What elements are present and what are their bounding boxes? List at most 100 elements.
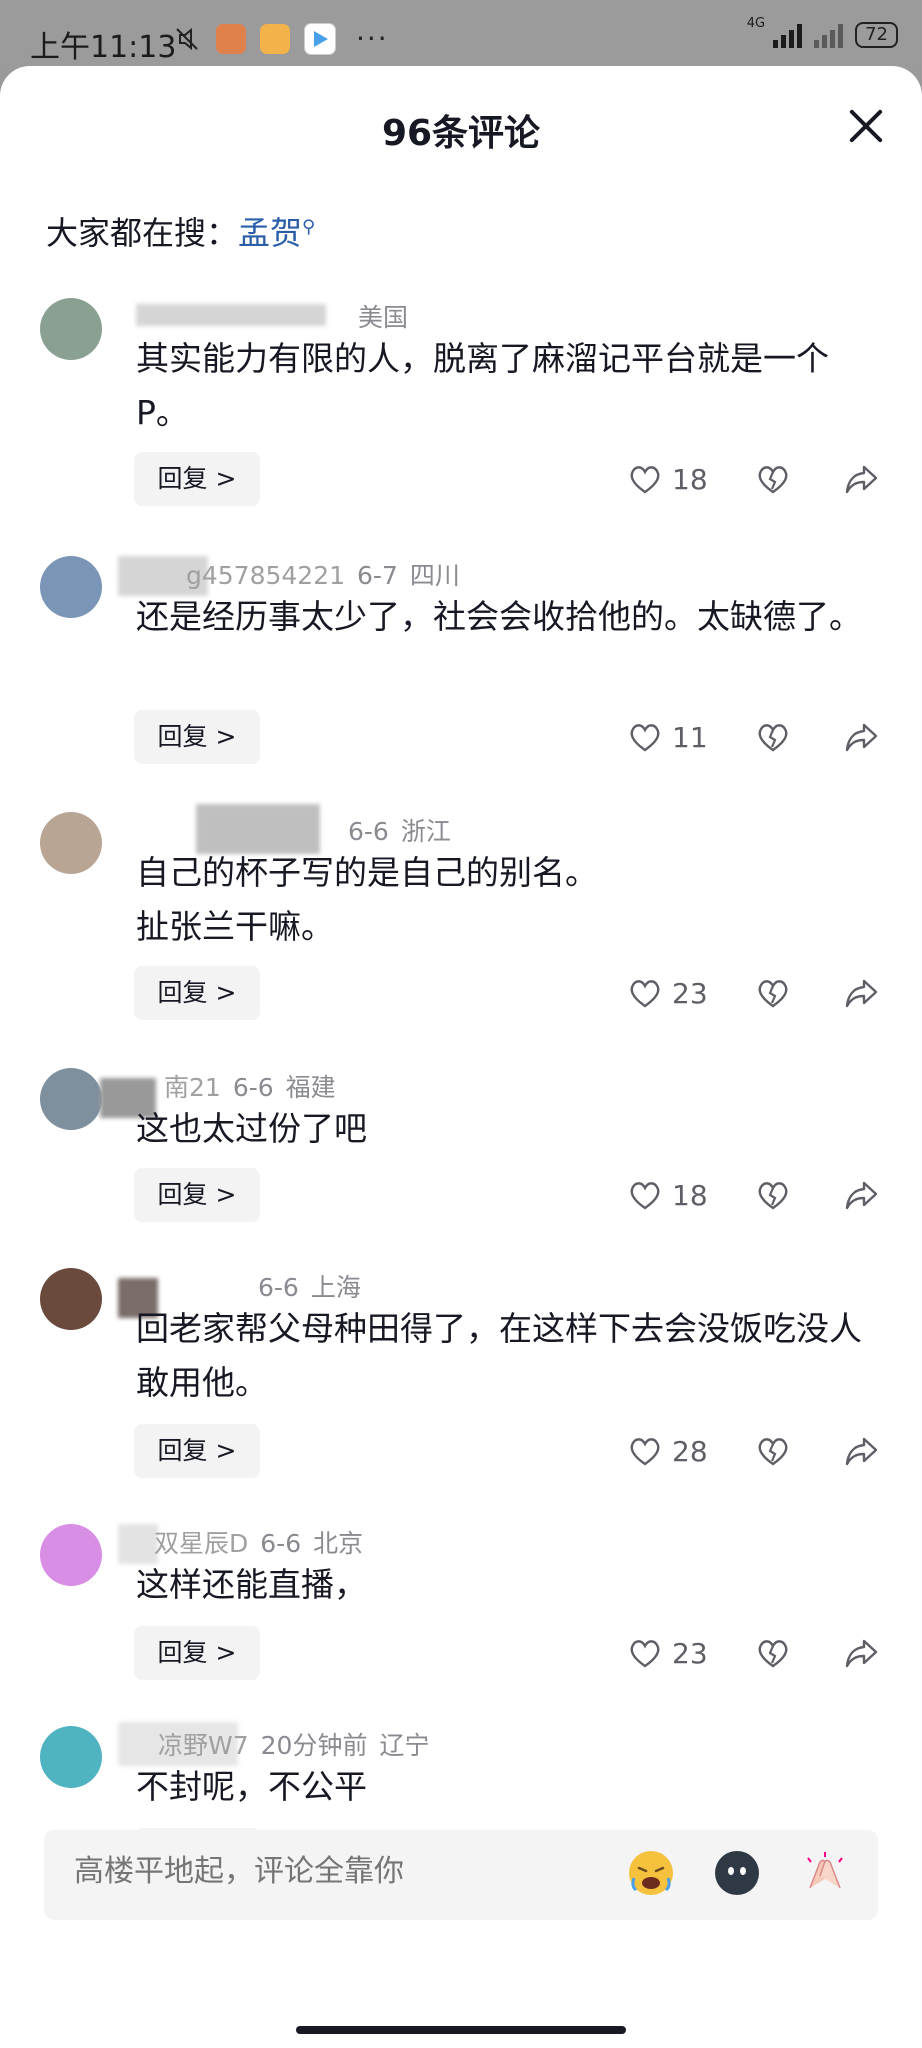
comment-input[interactable] — [74, 1854, 574, 1889]
dark-face-emoji-icon[interactable] — [712, 1848, 762, 1898]
like-count: 18 — [672, 1178, 708, 1212]
like-button[interactable]: 18 — [628, 452, 708, 506]
status-bar: 上午11:13 ··· 4G 72 — [0, 0, 922, 70]
more-notifications-icon: ··· — [356, 22, 389, 55]
app-notification-icon — [260, 23, 290, 54]
comment-meta: 6-6 浙江 — [136, 812, 451, 848]
comment-location: 四川 — [409, 561, 460, 590]
reply-button[interactable]: 回复 > — [134, 1168, 260, 1222]
signal-icon — [814, 22, 844, 48]
like-count: 28 — [672, 1434, 708, 1468]
comment-location: 北京 — [313, 1529, 364, 1558]
comment-meta: 美国 — [136, 298, 408, 334]
heart-icon — [630, 1182, 660, 1210]
comment-meta: 南21 6-6 福建 — [136, 1068, 336, 1104]
network-type: 4G — [746, 15, 766, 31]
comment-location: 美国 — [358, 303, 409, 332]
share-icon[interactable] — [844, 976, 880, 1010]
comment-meta: 双星辰D 6-6 北京 — [136, 1524, 363, 1560]
avatar[interactable] — [40, 1268, 102, 1330]
comment-location: 上海 — [310, 1273, 361, 1302]
comment-date: 6-7 — [357, 561, 398, 590]
comment-actions: 回复 > 11 — [0, 710, 922, 764]
heart-icon — [630, 1438, 660, 1466]
comments-sheet: 96条评论 大家都在搜：孟贺⚲ 美国 其实能力有限的人，脱离了麻溜记平台就是一个… — [0, 66, 922, 2048]
avatar[interactable] — [40, 1068, 102, 1130]
comment-location: 浙江 — [400, 817, 451, 846]
comment-text: 回老家帮父母种田得了，在这样下去会没饭吃没人敢用他。 — [136, 1309, 862, 1402]
like-button[interactable]: 18 — [628, 1168, 708, 1222]
clapping-hands-emoji-icon[interactable] — [800, 1848, 850, 1898]
home-indicator[interactable] — [296, 2026, 626, 2034]
share-icon[interactable] — [844, 1636, 880, 1670]
search-suggestion: 大家都在搜：孟贺⚲ — [46, 208, 315, 254]
broken-heart-icon[interactable] — [756, 720, 790, 754]
signal-icon — [773, 22, 803, 48]
comment-meta: 6-6 上海 — [136, 1268, 361, 1304]
broken-heart-icon[interactable] — [756, 1636, 790, 1670]
avatar[interactable] — [40, 1524, 102, 1586]
comment-actions: 回复 > 23 — [0, 1626, 922, 1680]
heart-icon — [630, 466, 660, 494]
share-icon[interactable] — [844, 1178, 880, 1212]
share-icon[interactable] — [844, 1434, 880, 1468]
app-notification-icon — [216, 23, 246, 54]
tired-face-emoji-icon[interactable] — [626, 1848, 676, 1898]
like-count: 11 — [672, 720, 708, 754]
comment-date: 6-6 — [232, 1073, 274, 1102]
comment-username: g457854221 — [186, 561, 346, 590]
like-button[interactable]: 23 — [628, 966, 708, 1020]
share-icon[interactable] — [844, 720, 880, 754]
reply-button[interactable]: 回复 > — [134, 452, 260, 506]
like-count: 18 — [672, 462, 708, 496]
broken-heart-icon[interactable] — [756, 462, 790, 496]
like-button[interactable]: 23 — [628, 1626, 708, 1680]
avatar[interactable] — [40, 556, 102, 618]
broken-heart-icon[interactable] — [756, 1434, 790, 1468]
reply-button[interactable]: 回复 > — [134, 1626, 260, 1680]
reply-button[interactable]: 回复 > — [134, 710, 260, 764]
avatar[interactable] — [40, 812, 102, 874]
reply-button[interactable]: 回复 > — [134, 1424, 260, 1478]
comment-meta: 凉野W7 20分钟前 辽宁 — [136, 1726, 429, 1762]
like-count: 23 — [672, 1636, 708, 1670]
search-term-link[interactable]: 孟贺⚲ — [238, 214, 315, 252]
like-button[interactable]: 28 — [628, 1424, 708, 1478]
search-term: 孟贺 — [238, 214, 303, 252]
comment-text: 不封呢，不公平 — [136, 1767, 367, 1806]
heart-icon — [630, 724, 660, 752]
like-count: 23 — [672, 976, 708, 1010]
battery-indicator: 72 — [855, 22, 898, 48]
comment-actions: 回复 > 18 — [0, 1168, 922, 1222]
comment-input-bar — [44, 1830, 878, 1920]
close-button[interactable] — [846, 106, 886, 146]
search-icon: ⚲ — [302, 216, 316, 238]
comment-actions: 回复 > 18 — [0, 452, 922, 506]
comment-username: 凉野W7 — [158, 1731, 249, 1760]
comment-location: 福建 — [285, 1073, 336, 1102]
search-prefix: 大家都在搜： — [46, 214, 239, 252]
like-button[interactable]: 11 — [628, 710, 708, 764]
comment-text: 这样还能直播， — [136, 1565, 367, 1604]
avatar[interactable] — [40, 1726, 102, 1788]
app-notification-icon — [304, 22, 336, 55]
comment-text: 自己的杯子写的是自己的别名。 扯张兰干嘛。 — [136, 853, 598, 946]
comment-date: 6-6 — [258, 1273, 299, 1302]
status-time: 上午11:13 — [30, 30, 177, 65]
comments-title: 96条评论 — [381, 113, 541, 154]
comment-date: 6-6 — [348, 817, 389, 846]
comment-date: 6-6 — [260, 1529, 302, 1558]
comment-date: 20分钟前 — [260, 1731, 368, 1760]
avatar[interactable] — [40, 298, 102, 360]
comment-text: 其实能力有限的人，脱离了麻溜记平台就是一个P。 — [136, 339, 829, 432]
share-icon[interactable] — [844, 462, 880, 496]
comment-actions: 回复 > 23 — [0, 966, 922, 1020]
broken-heart-icon[interactable] — [756, 976, 790, 1010]
comment-username: 双星辰D — [154, 1529, 249, 1558]
comment-location: 辽宁 — [379, 1731, 430, 1760]
comment-text: 还是经历事太少了，社会会收拾他的。太缺德了。 — [136, 597, 862, 636]
comment-username: 南21 — [164, 1073, 221, 1102]
reply-button[interactable]: 回复 > — [134, 966, 260, 1020]
broken-heart-icon[interactable] — [756, 1178, 790, 1212]
mute-icon — [172, 24, 202, 54]
